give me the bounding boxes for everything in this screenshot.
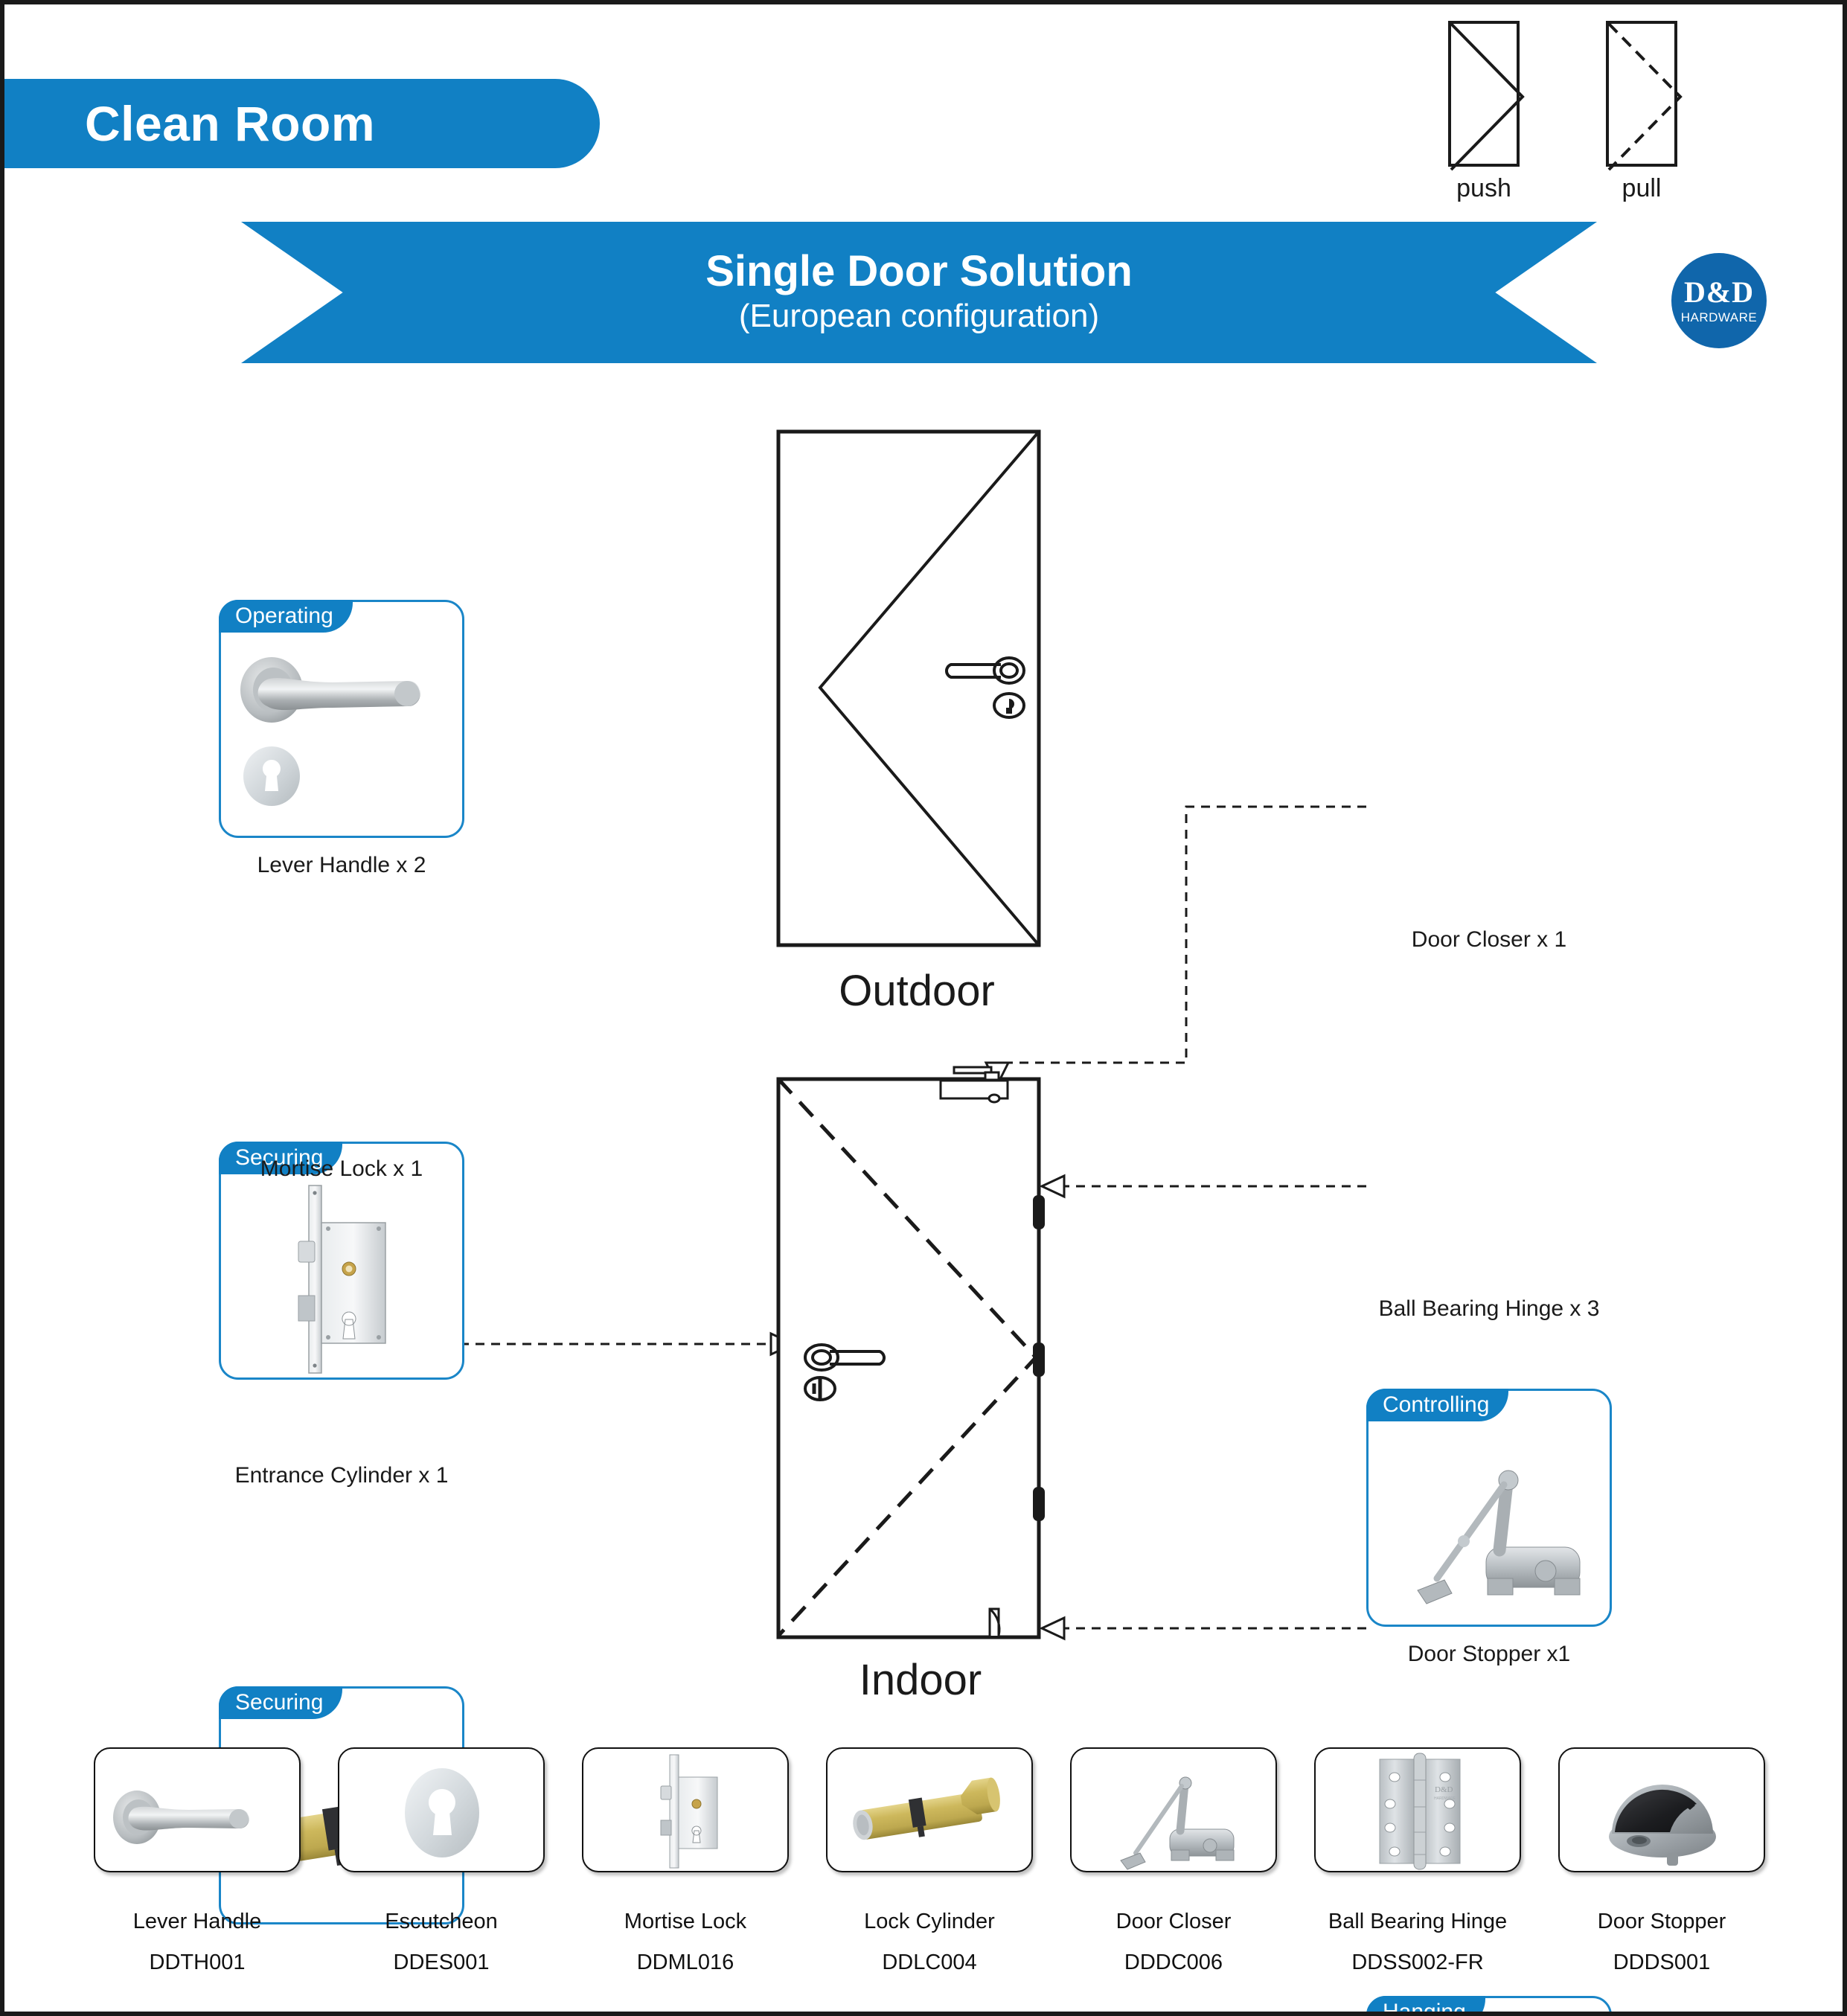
legend-name: Escutcheon xyxy=(385,1910,498,1933)
lever-handle-icon xyxy=(221,636,462,836)
legend-code: DDES001 xyxy=(393,1951,490,1974)
legend-name: Door Stopper xyxy=(1597,1910,1726,1933)
diagram-page: Clean Room push pull Single Door Solutio… xyxy=(0,0,1847,2016)
legend-name: Mortise Lock xyxy=(624,1910,747,1933)
card-tag: Hanging xyxy=(1366,1996,1485,2012)
door-stopper-icon xyxy=(1609,1785,1716,1866)
product-label-ball-bearing-hinge: Ball Bearing Hinge x 3 xyxy=(1378,1296,1600,1321)
product-label-mortise-lock: Mortise Lock x 1 xyxy=(260,1156,423,1181)
door-closer-icon xyxy=(1120,1776,1235,1870)
card-tag: Securing xyxy=(219,1686,343,1719)
legend-thumb-card xyxy=(338,1747,545,1872)
legend-item-ball-bearing-hinge[interactable]: D&D HARDWARE Ball Bearing Hinge DDSS002-… xyxy=(1314,1747,1521,1975)
indoor-label: Indoor xyxy=(859,1656,982,1704)
product-label-door-closer: Door Closer x 1 xyxy=(1411,927,1567,952)
legend-code: DDML016 xyxy=(636,1951,734,1974)
svg-text:HARDWARE: HARDWARE xyxy=(1434,1796,1456,1801)
legend-code: DDDC006 xyxy=(1124,1951,1223,1974)
legend-code: DDLC004 xyxy=(882,1951,977,1974)
legend-thumb-card xyxy=(582,1747,789,1872)
card-tag: Controlling xyxy=(1366,1389,1509,1421)
legend-name: Lever Handle xyxy=(132,1910,262,1933)
legend-item-lock-cylinder[interactable]: Lock Cylinder DDLC004 xyxy=(826,1747,1033,1975)
escutcheon-icon xyxy=(405,1768,479,1857)
outdoor-label: Outdoor xyxy=(839,967,995,1015)
legend-item-door-stopper[interactable]: Door Stopper DDDS001 xyxy=(1558,1747,1765,1975)
legend-item-lever-handle[interactable]: Lever Handle DDTH001 xyxy=(94,1747,301,1975)
product-label-door-stopper: Door Stopper x1 xyxy=(1407,1642,1571,1666)
legend-row: Lever Handle DDTH001 Escutcheon DDES001 … xyxy=(94,1747,1768,1993)
legend-thumb-card xyxy=(1558,1747,1765,1872)
legend-name: Ball Bearing Hinge xyxy=(1328,1910,1508,1933)
legend-thumb-card xyxy=(94,1747,301,1872)
legend-item-mortise-lock[interactable]: Mortise Lock DDML016 xyxy=(582,1747,789,1975)
svg-text:D&D: D&D xyxy=(1435,1785,1453,1794)
legend-code: DDSS002-FR xyxy=(1351,1951,1484,1974)
card-tag: Operating xyxy=(219,600,353,633)
door-closer-icon xyxy=(1369,1425,1610,1625)
legend-thumb-card: D&D HARDWARE xyxy=(1314,1747,1521,1872)
legend-thumb-card xyxy=(826,1747,1033,1872)
product-card-ball-bearing-hinge[interactable]: Hanging xyxy=(1366,1996,1612,2012)
ball-bearing-hinge-icon: D&D HARDWARE xyxy=(1379,1753,1461,1870)
product-label-entrance-cylinder: Entrance Cylinder x 1 xyxy=(234,1463,449,1488)
mortise-lock-icon xyxy=(660,1754,718,1869)
product-card-door-closer[interactable]: Controlling xyxy=(1366,1389,1612,1627)
legend-code: DDTH001 xyxy=(149,1951,246,1974)
product-card-lever-handle[interactable]: Operating xyxy=(219,600,464,838)
lever-handle-icon xyxy=(113,1791,249,1844)
legend-item-door-closer[interactable]: Door Closer DDDC006 xyxy=(1070,1747,1277,1975)
legend-item-escutcheon[interactable]: Escutcheon DDES001 xyxy=(338,1747,545,1975)
legend-name: Door Closer xyxy=(1115,1910,1232,1933)
legend-code: DDDS001 xyxy=(1613,1951,1711,1974)
indoor-door-drawing xyxy=(776,1066,1045,1639)
legend-thumb-card xyxy=(1070,1747,1277,1872)
outdoor-door-drawing xyxy=(776,429,1041,947)
legend-name: Lock Cylinder xyxy=(864,1910,995,1933)
mortise-lock-icon xyxy=(221,1178,462,1377)
lock-cylinder-icon xyxy=(853,1777,1000,1840)
product-label-lever-handle: Lever Handle x 2 xyxy=(257,853,426,877)
